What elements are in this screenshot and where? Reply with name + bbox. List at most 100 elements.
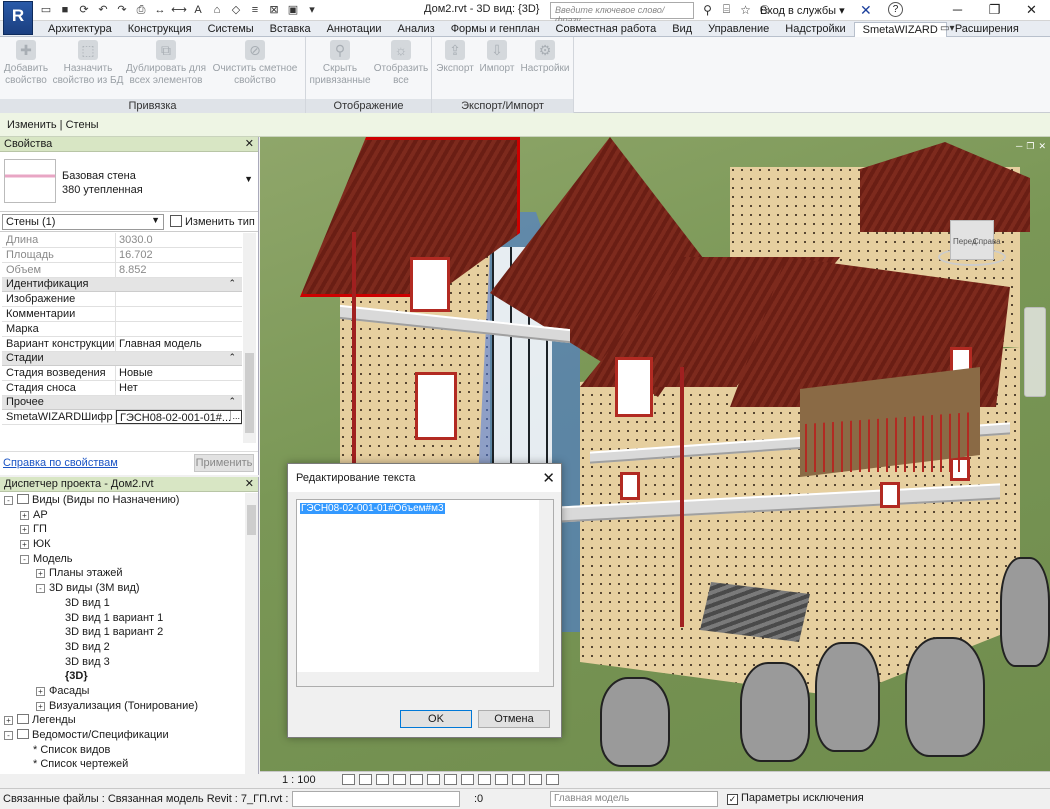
property-value[interactable]: Новые xyxy=(116,366,242,380)
browser-node[interactable]: 3D вид 3 xyxy=(0,655,245,670)
ribbon-tab[interactable]: Системы xyxy=(200,22,262,37)
browse-icon[interactable]: ... xyxy=(230,411,240,421)
thin-lines-icon[interactable]: ≡ xyxy=(247,3,263,18)
ribbon-tab[interactable]: Расширения xyxy=(947,22,1027,37)
crop-view-icon[interactable] xyxy=(427,774,440,785)
property-row[interactable]: Вариант конструкции Главная модель xyxy=(2,337,242,352)
browser-node[interactable]: 3D вид 1 вариант 1 xyxy=(0,611,245,626)
expand-icon[interactable]: + xyxy=(36,569,45,579)
ribbon-tab[interactable]: Формы и генплан xyxy=(443,22,548,37)
properties-scrollbar[interactable] xyxy=(243,233,256,443)
expand-icon[interactable]: + xyxy=(20,525,29,535)
scrollbar-thumb[interactable] xyxy=(247,505,256,535)
reveal-hidden-icon[interactable] xyxy=(495,774,508,785)
close-hidden-icon[interactable]: ⊠ xyxy=(266,3,282,18)
property-section[interactable]: Идентификация ⌃ xyxy=(2,278,242,292)
restore-icon[interactable]: ❐ xyxy=(976,0,1013,20)
binoculars-icon[interactable]: ⚲ xyxy=(700,3,715,17)
exclusion-checkbox[interactable]: ✓ Параметры исключения xyxy=(727,792,864,805)
worksharing-icon[interactable] xyxy=(512,774,525,785)
property-value[interactable]: Главная модель xyxy=(116,337,242,351)
switch-windows-icon[interactable]: ▣ xyxy=(285,3,301,18)
duplicate-all-button[interactable]: ⧉ Дублировать для всех элементов xyxy=(124,40,208,87)
ribbon-tab[interactable]: SmetaWIZARD xyxy=(853,22,947,37)
workset-combo[interactable] xyxy=(292,791,460,807)
property-value[interactable] xyxy=(116,307,242,321)
property-row[interactable]: Стадия сноса Нет xyxy=(2,381,242,396)
view-scale[interactable]: 1 : 100 xyxy=(282,774,316,786)
show-crop-icon[interactable] xyxy=(444,774,457,785)
clear-estimate-property-button[interactable]: ⊘ Очистить сметное свойство xyxy=(208,40,302,87)
dimension-icon[interactable]: ⟷ xyxy=(171,3,187,18)
property-value[interactable] xyxy=(116,322,242,336)
dialog-text-area[interactable]: ГЭСН08-02-001-01#Объем#м3 xyxy=(296,499,554,687)
favorites-icon[interactable]: ☆ xyxy=(738,3,753,17)
edit-type-button[interactable]: Изменить тип xyxy=(170,215,255,228)
ribbon-tab[interactable]: Анализ xyxy=(390,22,443,37)
ribbon-tab[interactable]: Вид xyxy=(664,22,700,37)
close-icon[interactable]: ✕ xyxy=(1038,141,1046,152)
browser-node[interactable]: + Легенды xyxy=(0,713,245,728)
help-icon[interactable]: ? xyxy=(888,2,903,17)
restore-icon[interactable]: ❐ xyxy=(1026,141,1034,152)
add-property-button[interactable]: ✚ Добавить свойство xyxy=(2,40,50,87)
browser-node[interactable]: - Модель xyxy=(0,552,245,567)
property-value[interactable]: 16.702 xyxy=(116,248,242,262)
chevron-up-icon[interactable]: ⌃ xyxy=(228,278,236,289)
ok-button[interactable]: OK xyxy=(400,710,472,728)
print-icon[interactable]: ⎙ xyxy=(133,3,149,18)
visual-style-icon[interactable] xyxy=(359,774,372,785)
property-section[interactable]: Стадии ⌃ xyxy=(2,352,242,366)
property-row[interactable]: Длина 3030.0 xyxy=(2,233,242,248)
viewcube[interactable]: Перед Справа xyxy=(938,214,1006,272)
expand-icon[interactable]: + xyxy=(20,540,29,550)
highlight-displacement-icon[interactable] xyxy=(546,774,559,785)
viewcube-box[interactable]: Перед Справа xyxy=(950,220,1001,260)
browser-node[interactable]: + Планы этажей xyxy=(0,566,245,581)
expand-icon[interactable]: + xyxy=(20,510,29,520)
minimize-icon[interactable]: ─ xyxy=(1016,141,1022,152)
collapse-icon[interactable]: - xyxy=(4,731,13,740)
property-row[interactable]: Объем 8.852 xyxy=(2,263,242,278)
browser-node[interactable]: - Ведомости/Спецификации xyxy=(0,728,245,743)
property-value[interactable]: Нет xyxy=(116,381,242,395)
close-icon[interactable]: ✕ xyxy=(245,137,254,150)
browser-node[interactable]: + ГП xyxy=(0,522,245,537)
chevron-up-icon[interactable]: ⌃ xyxy=(228,352,236,363)
ribbon-tab[interactable]: Надстройки xyxy=(777,22,853,37)
close-icon[interactable]: ✕ xyxy=(542,469,555,487)
browser-node[interactable]: + Визуализация (Тонирование) xyxy=(0,699,245,714)
search-input[interactable]: Введите ключевое слово/фразу xyxy=(550,2,694,25)
horizontal-scrollbar[interactable] xyxy=(297,672,539,686)
expand-icon[interactable]: + xyxy=(4,716,13,726)
property-section[interactable]: Прочее ⌃ xyxy=(2,396,242,410)
analytical-model-icon[interactable] xyxy=(529,774,542,785)
browser-node[interactable]: 3D вид 2 xyxy=(0,640,245,655)
qat-dropdown-icon[interactable]: ▾ xyxy=(304,3,320,18)
subscription-icon[interactable]: ⌸ xyxy=(719,2,734,17)
open-icon[interactable]: ▭ xyxy=(38,3,54,18)
property-value[interactable]: ГЭСН08-02-001-01#...... xyxy=(116,410,242,424)
close-icon[interactable]: ✕ xyxy=(245,477,254,490)
minimize-icon[interactable]: ─ xyxy=(939,0,976,20)
section-icon[interactable]: ◇ xyxy=(228,3,244,18)
sign-in-button[interactable]: Вход в службы ▾ xyxy=(760,4,845,17)
property-row[interactable]: Стадия возведения Новые xyxy=(2,366,242,381)
property-row[interactable]: Марка xyxy=(2,322,242,337)
save-icon[interactable]: ■ xyxy=(57,3,73,18)
render-icon[interactable] xyxy=(410,774,423,785)
browser-node[interactable]: + ЮК xyxy=(0,537,245,552)
settings-button[interactable]: ⚙ Настройки xyxy=(518,40,572,75)
browser-node[interactable]: * Список видов xyxy=(0,743,245,758)
property-row[interactable]: Комментарии xyxy=(2,307,242,322)
sun-path-icon[interactable] xyxy=(376,774,389,785)
hide-linked-button[interactable]: ⚲ Скрыть привязанные xyxy=(308,40,372,87)
collapse-icon[interactable]: - xyxy=(4,496,13,505)
shadows-icon[interactable] xyxy=(393,774,406,785)
browser-node[interactable]: + АР xyxy=(0,508,245,523)
close-icon[interactable]: ✕ xyxy=(1013,0,1050,20)
ribbon-tab[interactable]: Управление xyxy=(700,22,777,37)
ribbon-tab[interactable]: Конструкция xyxy=(120,22,200,37)
vertical-scrollbar[interactable] xyxy=(539,500,553,686)
instance-filter-select[interactable]: Стены (1) ▼ xyxy=(2,214,164,230)
